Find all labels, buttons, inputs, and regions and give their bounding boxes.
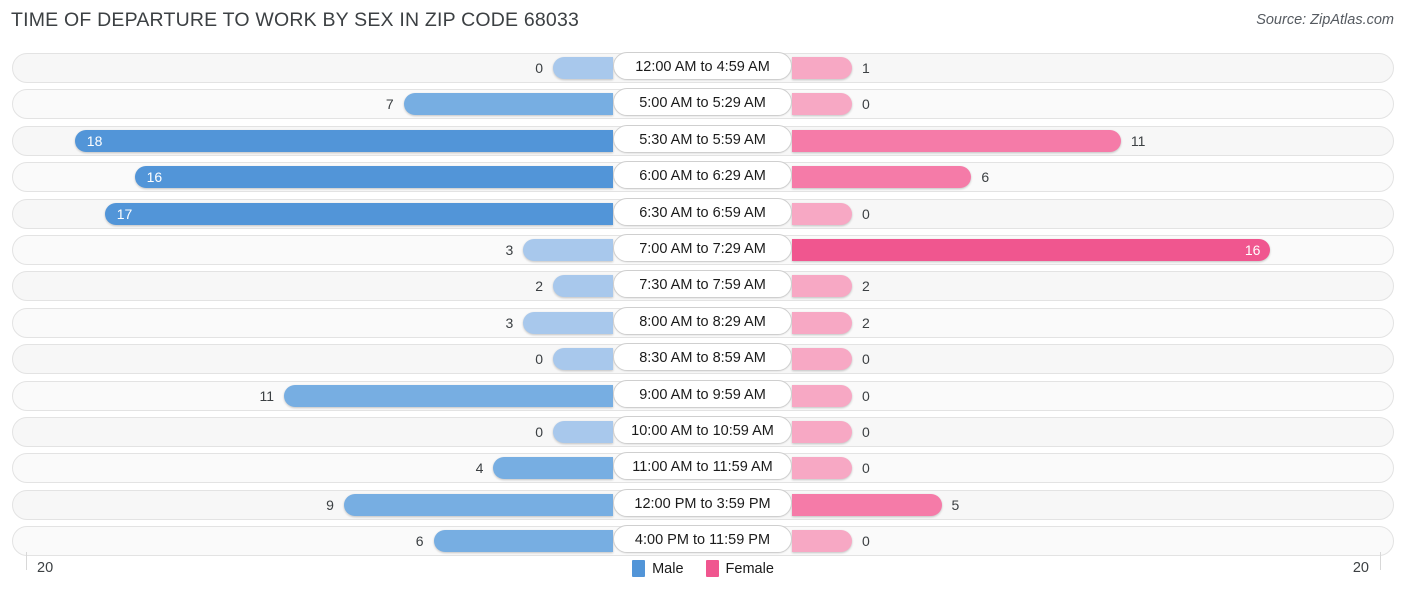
value-label-male: 0 (535, 423, 543, 440)
value-label-female: 1 (862, 60, 870, 76)
source-attribution: Source: ZipAtlas.com (1256, 12, 1394, 28)
bar-male[interactable] (403, 93, 613, 116)
chart-header: TIME OF DEPARTURE TO WORK BY SEX IN ZIP … (0, 0, 1406, 46)
value-label-female: 0 (862, 96, 870, 113)
table-row: 7 0 5:00 AM to 5:29 AM (0, 86, 1406, 122)
value-label-male: 4 (475, 460, 484, 477)
bar-male[interactable] (553, 57, 613, 79)
bar-female[interactable] (792, 348, 852, 371)
table-row: 3 2 8:00 AM to 8:29 AM (0, 305, 1406, 341)
value-label-female: 2 (862, 278, 870, 295)
bar-female[interactable] (792, 93, 852, 116)
category-label: 5:00 AM to 5:29 AM (613, 88, 792, 117)
value-label-male: 16 (146, 169, 163, 186)
bar-male[interactable] (433, 530, 613, 553)
value-label-female: 11 (1130, 132, 1146, 149)
table-row: 0 0 8:30 AM to 8:59 AM (0, 341, 1406, 377)
table-row: 16 6 6:00 AM to 6:29 AM (0, 159, 1406, 195)
table-row: 2 2 7:30 AM to 7:59 AM (0, 268, 1406, 304)
bar-rows-container: 0 1 12:00 AM to 4:59 AM 7 0 5:00 AM to 5:29 A… (0, 50, 1406, 557)
bar-female[interactable] (792, 530, 852, 553)
category-label: 7:30 AM to 7:59 AM (613, 270, 792, 299)
page-title: TIME OF DEPARTURE TO WORK BY SEX IN ZIP … (11, 9, 580, 31)
category-label: 12:00 AM to 4:59 AM (613, 52, 792, 80)
table-row: 9 5 12:00 PM to 3:59 PM (0, 487, 1406, 523)
bar-female[interactable] (792, 457, 852, 480)
category-label: 6:00 AM to 6:29 AM (613, 161, 792, 190)
category-label: 10:00 AM to 10:59 AM (613, 415, 792, 444)
value-label-male: 9 (326, 496, 334, 513)
bar-female[interactable] (792, 202, 852, 225)
category-label: 4:00 PM to 11:59 PM (613, 525, 792, 554)
legend-item-female[interactable]: Female (705, 560, 774, 577)
legend: Male Female (0, 560, 1406, 577)
bar-female[interactable] (792, 493, 942, 516)
category-label: 9:00 AM to 9:59 AM (613, 379, 792, 408)
value-label-male: 0 (535, 351, 543, 368)
value-label-female: 2 (862, 314, 870, 331)
value-label-female: 0 (862, 460, 870, 477)
bar-male[interactable] (284, 384, 613, 407)
value-label-female: 5 (951, 496, 960, 513)
table-row: 3 16 7:00 AM to 7:29 AM (0, 232, 1406, 268)
bar-female[interactable] (792, 238, 1271, 261)
value-label-male: 6 (415, 533, 424, 550)
table-row: 0 1 12:00 AM to 4:59 AM (0, 50, 1406, 86)
bar-male[interactable] (343, 493, 613, 516)
category-label: 8:00 AM to 8:29 AM (613, 306, 792, 335)
bar-male[interactable] (134, 166, 613, 189)
bar-male[interactable] (553, 348, 613, 371)
table-row: 4 0 11:00 AM to 11:59 AM (0, 450, 1406, 486)
bar-male[interactable] (553, 275, 613, 298)
table-row: 0 0 10:00 AM to 10:59 AM (0, 414, 1406, 450)
bar-male[interactable] (104, 202, 613, 225)
bar-male[interactable] (523, 238, 613, 261)
value-label-female: 0 (862, 205, 870, 222)
bar-male[interactable] (74, 129, 613, 152)
value-label-male: 7 (385, 96, 394, 113)
bar-female[interactable] (792, 311, 852, 334)
bar-male[interactable] (493, 457, 613, 480)
category-label: 7:00 AM to 7:29 AM (613, 233, 792, 262)
category-label: 5:30 AM to 5:59 AM (613, 124, 792, 153)
legend-item-male[interactable]: Male (632, 560, 684, 577)
category-label: 12:00 PM to 3:59 PM (613, 488, 792, 517)
category-label: 11:00 AM to 11:59 AM (613, 452, 792, 481)
legend-swatch-male-icon (632, 560, 646, 577)
bar-female[interactable] (792, 129, 1121, 152)
value-label-male: 18 (86, 132, 103, 149)
category-label: 6:30 AM to 6:59 AM (613, 197, 792, 226)
bar-male[interactable] (553, 420, 613, 443)
bar-female[interactable] (792, 57, 852, 79)
bar-female[interactable] (792, 384, 852, 407)
value-label-female: 0 (862, 387, 870, 404)
bar-female[interactable] (792, 275, 852, 298)
legend-swatch-female-icon (705, 560, 719, 577)
legend-label-male: Male (652, 560, 684, 577)
value-label-female: 6 (981, 169, 990, 186)
table-row: 18 11 5:30 AM to 5:59 AM (0, 123, 1406, 159)
value-label-female: 0 (862, 351, 870, 368)
value-label-female: 0 (862, 533, 870, 550)
chart-container: TIME OF DEPARTURE TO WORK BY SEX IN ZIP … (0, 0, 1406, 594)
value-label-male: 0 (535, 60, 543, 76)
table-row: 17 0 6:30 AM to 6:59 AM (0, 196, 1406, 232)
bar-female[interactable] (792, 420, 852, 443)
value-label-male: 3 (505, 314, 514, 331)
value-label-female: 16 (1244, 241, 1261, 258)
value-label-female: 0 (862, 423, 870, 440)
category-label: 8:30 AM to 8:59 AM (613, 343, 792, 372)
chart-footer: 20 20 Male Female (0, 552, 1406, 594)
legend-label-female: Female (725, 560, 774, 577)
bar-female[interactable] (792, 166, 972, 189)
value-label-male: 11 (259, 387, 275, 404)
value-label-male: 17 (116, 205, 133, 222)
value-label-male: 2 (535, 278, 543, 295)
table-row: 11 0 9:00 AM to 9:59 AM (0, 378, 1406, 414)
value-label-male: 3 (505, 241, 514, 258)
bar-male[interactable] (523, 311, 613, 334)
